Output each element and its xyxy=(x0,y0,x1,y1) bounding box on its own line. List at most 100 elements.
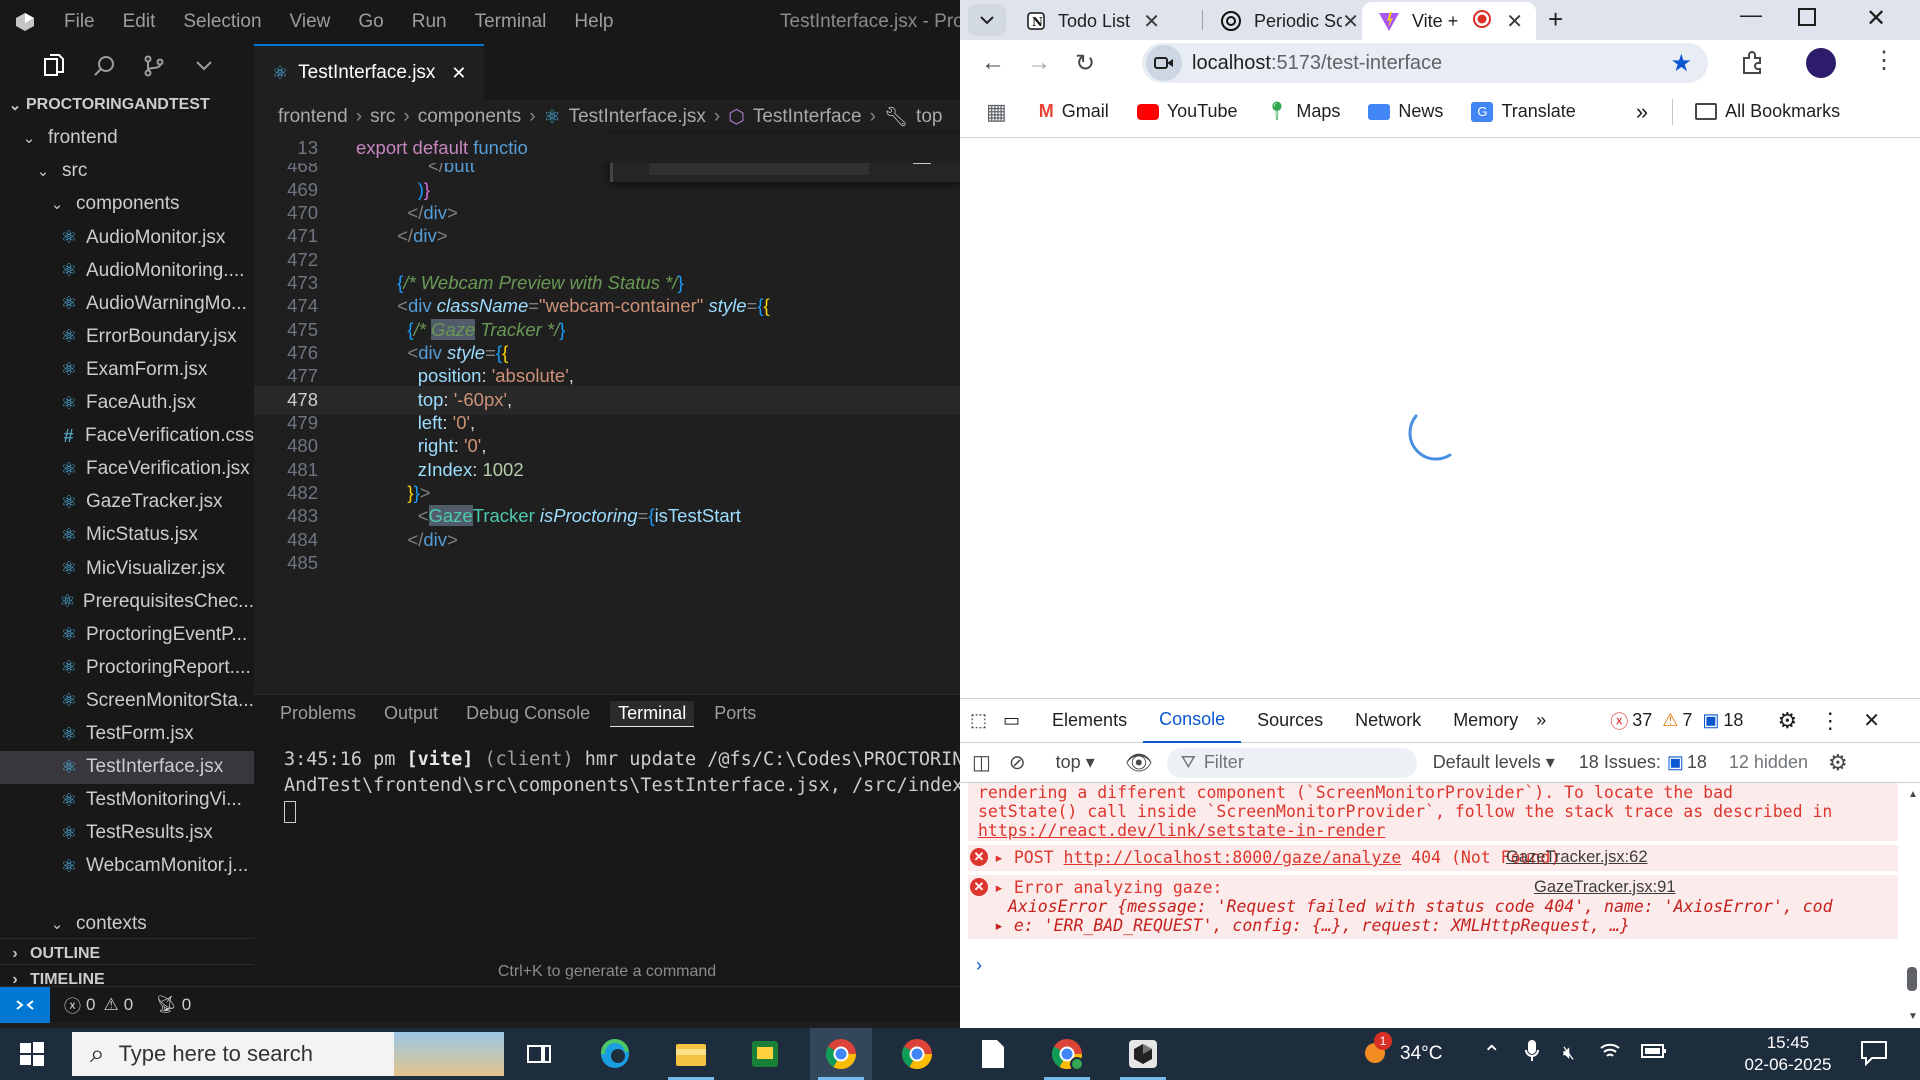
error-count-icon[interactable]: ⓧ xyxy=(1610,708,1628,734)
sticky-scroll-line[interactable]: 13 export default functio xyxy=(254,134,960,163)
windows-start-icon[interactable] xyxy=(20,1042,44,1071)
file-item[interactable]: ⚛ MicStatus.jsx xyxy=(0,519,254,552)
menu-edit[interactable]: Edit xyxy=(109,11,170,33)
menu-selection[interactable]: Selection xyxy=(169,11,275,33)
file-item[interactable]: ⚛ ExamForm.jsx xyxy=(0,353,254,386)
star-icon[interactable]: ★ xyxy=(1670,49,1692,78)
file-item[interactable]: ⚛ FaceVerification.jsx xyxy=(0,453,254,486)
request-url-link[interactable]: http://localhost:8000/gaze/analyze xyxy=(1064,848,1402,867)
file-item[interactable]: ⚛ FaceAuth.jsx xyxy=(0,387,254,420)
warning-icon[interactable]: ⚠ xyxy=(1662,710,1678,731)
terminal-output[interactable]: 3:45:16 pm [vite] (client) hmr update /@… xyxy=(284,747,960,799)
tab-sources[interactable]: Sources xyxy=(1241,699,1339,743)
weather-temperature[interactable]: 34°C xyxy=(1400,1043,1442,1065)
error-count[interactable]: 37 xyxy=(1632,710,1652,731)
site-info-icon[interactable] xyxy=(1146,45,1182,81)
warning-count[interactable]: 7 xyxy=(1682,710,1692,731)
browser-tab-periodic[interactable]: Periodic Sc ✕ xyxy=(1204,2,1359,40)
folder-src[interactable]: ⌄ src xyxy=(0,154,254,187)
expand-arrow-icon[interactable]: ▸ xyxy=(994,916,1004,935)
code-editor[interactable]: 13 export default functio 468 </butt 469… xyxy=(254,134,960,694)
address-bar[interactable]: localhost:5173/test-interface ★ xyxy=(1142,43,1708,83)
file-item[interactable]: ⚛ TestInterface.jsx xyxy=(0,750,254,784)
info-icon[interactable]: ▣ xyxy=(1702,710,1719,731)
tab-elements[interactable]: Elements xyxy=(1036,699,1143,743)
source-link[interactable]: GazeTracker.jsx:62 xyxy=(1506,848,1648,867)
more-bookmarks-icon[interactable]: » xyxy=(1636,99,1648,125)
device-toolbar-icon[interactable]: ▭ xyxy=(1003,699,1036,743)
document-icon[interactable] xyxy=(962,1028,1024,1080)
task-view-icon[interactable] xyxy=(508,1028,570,1080)
file-item[interactable]: ⚛ AudioWarningMo... xyxy=(0,287,254,320)
teams-chat-icon[interactable] xyxy=(734,1028,796,1080)
console-prompt-icon[interactable]: › xyxy=(976,955,982,976)
sidebar-toggle-icon[interactable]: ◫ xyxy=(972,750,991,775)
eye-icon[interactable]: 👁︎ xyxy=(1125,750,1153,776)
inspect-element-icon[interactable]: ⬚ xyxy=(960,699,1003,743)
tab-debug-console[interactable]: Debug Console xyxy=(466,703,590,725)
file-item[interactable]: ⚛ MicVisualizer.jsx xyxy=(0,552,254,585)
timeline-section[interactable]: › TIMELINE xyxy=(0,964,254,986)
file-item[interactable]: ⚛ TestForm.jsx xyxy=(0,718,254,751)
notifications-icon[interactable] xyxy=(1860,1040,1888,1071)
axios-error-object[interactable]: AxiosError {message: 'Request failed wit… xyxy=(1008,897,1904,916)
console-error-gaze[interactable]: ✕ ▸ Error analyzing gaze: GazeTracker.js… xyxy=(968,875,1898,939)
menu-go[interactable]: Go xyxy=(344,11,397,33)
kebab-menu-icon[interactable]: ⋮ xyxy=(1819,708,1841,734)
menu-run[interactable]: Run xyxy=(398,11,461,33)
context-select[interactable]: top ▾ xyxy=(1056,752,1095,773)
ports-count[interactable]: 0 xyxy=(182,995,191,1015)
file-item[interactable]: ⚛ TestResults.jsx xyxy=(0,817,254,850)
breadcrumb-item[interactable]: top xyxy=(916,106,942,128)
minimize-button[interactable]: — xyxy=(1740,2,1762,28)
close-icon[interactable]: ✕ xyxy=(1863,708,1880,733)
apps-grid-icon[interactable]: ▦ xyxy=(986,99,1007,125)
cursor-app-icon[interactable] xyxy=(1112,1028,1174,1080)
folder-contexts[interactable]: ⌄ contexts xyxy=(0,907,254,940)
file-item[interactable]: ⚛ AudioMonitoring.... xyxy=(0,254,254,287)
tab-ports[interactable]: Ports xyxy=(714,703,756,725)
close-icon[interactable]: ✕ xyxy=(451,63,466,84)
source-link[interactable]: GazeTracker.jsx:91 xyxy=(1534,878,1676,897)
tab-problems[interactable]: Problems xyxy=(280,703,356,725)
chevron-up-icon[interactable]: ⌃ xyxy=(1482,1041,1500,1067)
tab-network[interactable]: Network xyxy=(1339,699,1437,743)
code-line[interactable]: 485 xyxy=(254,549,960,578)
bookmark-youtube[interactable]: YouTube xyxy=(1136,101,1238,122)
console-error-post[interactable]: ✕ ▸ POST http://localhost:8000/gaze/anal… xyxy=(968,845,1898,871)
battery-icon[interactable] xyxy=(1640,1043,1667,1065)
file-item[interactable]: ⚛ TestMonitoringVi... xyxy=(0,784,254,817)
bookmark-gmail[interactable]: M Gmail xyxy=(1039,101,1109,122)
chrome-icon[interactable] xyxy=(886,1028,948,1080)
speaker-muted-icon[interactable]: 🔇︎ xyxy=(1563,1043,1575,1065)
menu-help[interactable]: Help xyxy=(560,11,627,33)
extensions-icon[interactable] xyxy=(1740,50,1766,81)
menu-terminal[interactable]: Terminal xyxy=(461,11,561,33)
reload-icon[interactable]: ↻ xyxy=(1062,49,1108,78)
expand-arrow-icon[interactable]: ▸ xyxy=(994,848,1004,867)
bookmark-maps[interactable]: 📍︎ Maps xyxy=(1266,101,1341,122)
folder-components[interactable]: ⌄ components xyxy=(0,187,254,220)
info-count[interactable]: 18 xyxy=(1723,710,1743,731)
remote-icon[interactable] xyxy=(0,986,50,1023)
file-item[interactable]: ⚛ PrerequisitesChec... xyxy=(0,585,254,618)
maximize-button[interactable] xyxy=(1798,8,1816,26)
tab-terminal[interactable]: Terminal xyxy=(610,701,695,727)
more-tabs-icon[interactable]: » xyxy=(1534,699,1562,743)
forward-arrow-icon[interactable]: → xyxy=(1016,49,1062,77)
breadcrumb-item[interactable]: frontend xyxy=(278,106,348,128)
close-icon[interactable]: ✕ xyxy=(1143,9,1160,34)
file-item[interactable]: ⚛ ErrorBoundary.jsx xyxy=(0,320,254,353)
bookmark-news[interactable]: News xyxy=(1368,101,1443,122)
folder-frontend[interactable]: ⌄ frontend xyxy=(0,121,254,154)
clear-console-icon[interactable]: ⊘ xyxy=(1009,750,1026,775)
new-tab-button[interactable]: + xyxy=(1548,4,1563,35)
microphone-icon[interactable] xyxy=(1524,1039,1539,1069)
chevron-down-icon[interactable] xyxy=(190,52,218,80)
console-messages[interactable]: rendering a different component (`Screen… xyxy=(960,783,1904,995)
all-bookmarks[interactable]: All Bookmarks xyxy=(1695,101,1840,122)
tab-output[interactable]: Output xyxy=(384,703,438,725)
tab-search-button[interactable] xyxy=(968,4,1006,36)
file-explorer-icon[interactable] xyxy=(660,1028,722,1080)
source-control-icon[interactable] xyxy=(140,52,168,80)
